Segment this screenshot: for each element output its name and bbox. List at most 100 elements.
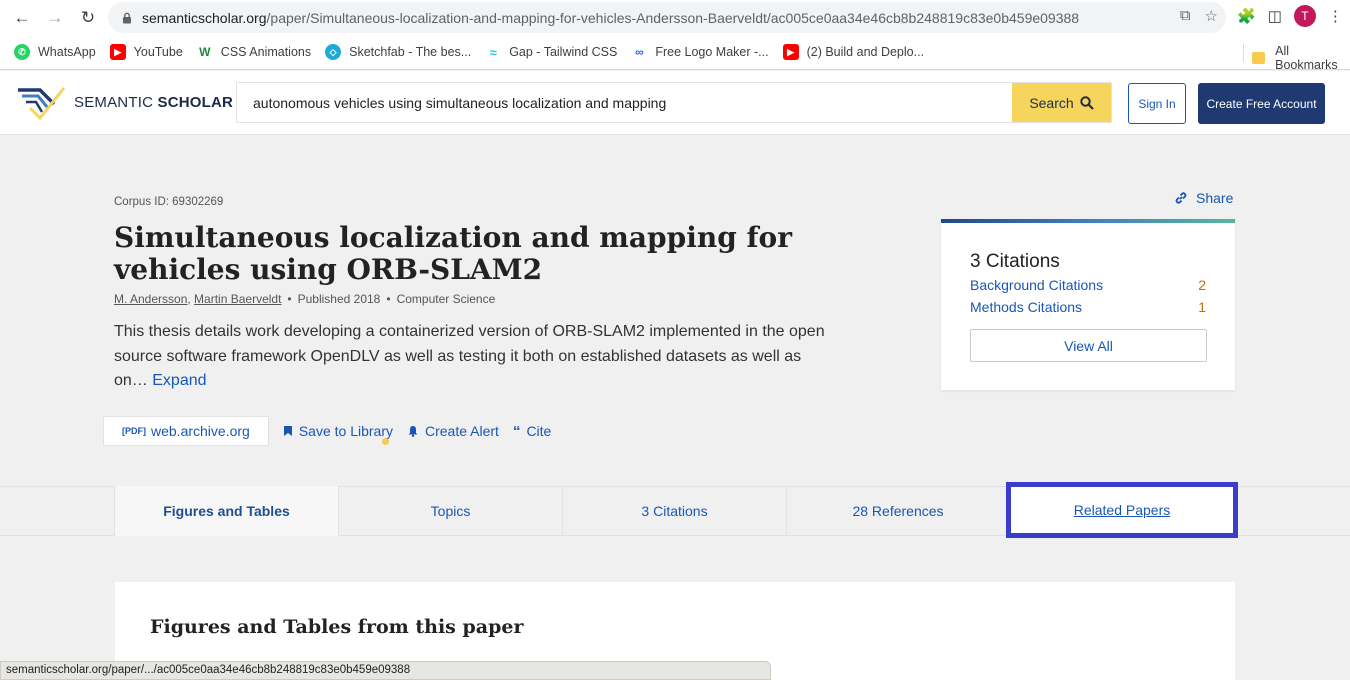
search-button-label: Search xyxy=(1029,94,1074,111)
all-bookmarks-label: All Bookmarks xyxy=(1275,44,1338,72)
bookmark-star-icon[interactable]: ☆ xyxy=(1205,7,1218,25)
quote-icon: “ xyxy=(512,422,521,440)
url-text: semanticscholar.org/paper/Simultaneous-l… xyxy=(142,10,1079,26)
forward-icon[interactable]: → xyxy=(44,7,66,29)
search-input[interactable] xyxy=(237,83,1012,122)
meta-dot: • xyxy=(287,292,292,306)
browser-toolbar: ← → ↻ semanticscholar.org/paper/Simultan… xyxy=(0,0,1350,35)
reload-icon[interactable]: ↻ xyxy=(77,7,99,29)
create-account-button[interactable]: Create Free Account xyxy=(1198,83,1325,124)
search-box: Search xyxy=(236,82,1112,123)
pdf-source: web.archive.org xyxy=(151,423,250,439)
field-of-study: Computer Science xyxy=(396,292,496,306)
bookmark-sketchfab[interactable]: ◇ Sketchfab - The bes... xyxy=(325,44,471,60)
methods-citations-label: Methods Citations xyxy=(970,299,1083,315)
paper-actions: [PDF] web.archive.org Save to Library Cr… xyxy=(103,416,551,446)
pdf-tag: [PDF] xyxy=(122,426,146,436)
bell-icon xyxy=(408,426,418,437)
semantic-scholar-logo[interactable]: SEMANTIC SCHOLAR xyxy=(16,82,233,122)
site-header: SEMANTIC SCHOLAR Search Sign In Create F… xyxy=(0,71,1350,135)
w-icon: W xyxy=(196,44,213,60)
bookmark-label: Sketchfab - The bes... xyxy=(349,45,472,59)
meta-dot: • xyxy=(386,292,391,306)
bookmark-label: Gap - Tailwind CSS xyxy=(509,45,618,59)
bookmarks-divider xyxy=(1243,44,1244,62)
logo-text-light: SEMANTIC xyxy=(74,93,158,111)
bookmark-label: Free Logo Maker -... xyxy=(655,45,769,59)
save-label: Save to Library xyxy=(298,423,393,439)
logo-maker-icon: ∞ xyxy=(631,44,648,60)
tab-citations[interactable]: 3 Citations xyxy=(563,486,787,536)
menu-icon[interactable]: ⋮ xyxy=(1328,7,1343,25)
sketchfab-icon: ◇ xyxy=(325,44,342,60)
bookmark-css-animations[interactable]: W CSS Animations xyxy=(196,44,312,60)
methods-citations-row[interactable]: Methods Citations 1 xyxy=(970,299,1206,315)
bookmark-label: (2) Build and Deplo... xyxy=(806,45,925,59)
expand-link[interactable]: Expand xyxy=(152,372,206,389)
bookmark-logo-maker[interactable]: ∞ Free Logo Maker -... xyxy=(631,44,769,60)
methods-citations-count: 1 xyxy=(1198,299,1206,315)
share-button[interactable]: Share xyxy=(1174,190,1233,206)
side-panel-icon[interactable]: ◫ xyxy=(1268,7,1282,25)
abstract-text: This thesis details work developing a co… xyxy=(114,323,825,389)
share-label: Share xyxy=(1196,190,1234,206)
bookmarks-bar: ✆ WhatsApp ▶ YouTube W CSS Animations ◇ Sket… xyxy=(0,35,1350,72)
tab-figures-and-tables[interactable]: Figures and Tables xyxy=(114,486,339,536)
create-alert-button[interactable]: Create Alert xyxy=(407,423,499,439)
bookmark-label: WhatsApp xyxy=(38,45,96,59)
bookmark-icon xyxy=(283,426,292,436)
folder-icon xyxy=(1252,52,1266,64)
published-year: Published 2018 xyxy=(297,292,381,306)
paper-abstract: This thesis details work developing a co… xyxy=(114,320,834,394)
site-info-icon[interactable] xyxy=(120,11,134,25)
cite-button[interactable]: “ Cite xyxy=(513,423,551,440)
paper-title: Simultaneous localization and mapping fo… xyxy=(114,221,792,286)
citations-card-accent xyxy=(941,219,1235,223)
author-separator: , xyxy=(187,292,195,306)
pdf-link-button[interactable]: [PDF] web.archive.org xyxy=(103,416,269,446)
extensions-icon[interactable]: 🧩 xyxy=(1237,7,1256,25)
background-citations-row[interactable]: Background Citations 2 xyxy=(970,277,1206,293)
author-link[interactable]: Martin Baerveldt xyxy=(194,292,281,306)
citations-count-title: 3 Citations xyxy=(970,251,1060,272)
bookmark-build-deploy[interactable]: ▶ (2) Build and Deplo... xyxy=(782,44,925,60)
background-citations-count: 2 xyxy=(1198,277,1206,293)
bookmark-tailwind[interactable]: ≈ Gap - Tailwind CSS xyxy=(485,44,617,60)
address-bar[interactable]: semanticscholar.org/paper/Simultaneous-l… xyxy=(108,2,1226,33)
logo-text: SEMANTIC SCHOLAR xyxy=(74,94,233,111)
profile-avatar[interactable]: T xyxy=(1293,5,1316,27)
whatsapp-icon: ✆ xyxy=(14,44,30,60)
link-status-bar: semanticscholar.org/paper/.../ac005ce0aa… xyxy=(0,661,771,680)
tab-topics[interactable]: Topics xyxy=(339,486,563,536)
sign-in-button[interactable]: Sign In xyxy=(1128,83,1186,124)
corpus-id: Corpus ID: 69302269 xyxy=(114,196,224,208)
tab-references[interactable]: 28 References xyxy=(787,486,1010,536)
alert-label: Create Alert xyxy=(425,423,499,439)
url-path: /paper/Simultaneous-localization-and-map… xyxy=(266,9,1080,26)
tab-related-papers[interactable]: Related Papers xyxy=(1006,482,1238,538)
paper-meta: M. Andersson, Martin Baerveldt • Publish… xyxy=(114,292,495,306)
share-page-icon[interactable]: ⧉ xyxy=(1180,7,1191,25)
search-icon xyxy=(1079,95,1094,110)
youtube-icon: ▶ xyxy=(109,44,126,60)
citations-card: 3 Citations Background Citations 2 Metho… xyxy=(941,219,1235,390)
background-citations-label: Background Citations xyxy=(970,277,1104,293)
tailwind-icon: ≈ xyxy=(485,44,502,60)
save-to-library-button[interactable]: Save to Library xyxy=(283,423,393,439)
bookmark-youtube[interactable]: ▶ YouTube xyxy=(109,44,183,60)
bookmark-whatsapp[interactable]: ✆ WhatsApp xyxy=(14,44,96,60)
link-icon xyxy=(1175,192,1187,204)
logo-icon xyxy=(18,87,66,121)
youtube-icon: ▶ xyxy=(782,44,799,60)
view-all-button[interactable]: View All xyxy=(970,329,1207,362)
back-icon[interactable]: ← xyxy=(11,7,33,29)
bookmark-label: CSS Animations xyxy=(220,45,312,59)
author-link[interactable]: M. Andersson xyxy=(114,292,187,306)
cursor-indicator xyxy=(382,438,389,445)
section-title: Figures and Tables from this paper xyxy=(150,616,524,638)
bookmark-label: YouTube xyxy=(133,45,183,59)
all-bookmarks[interactable]: All Bookmarks xyxy=(1252,44,1350,72)
url-domain: semanticscholar.org xyxy=(142,9,267,26)
search-button[interactable]: Search xyxy=(1012,83,1111,122)
cite-label: Cite xyxy=(526,423,552,439)
